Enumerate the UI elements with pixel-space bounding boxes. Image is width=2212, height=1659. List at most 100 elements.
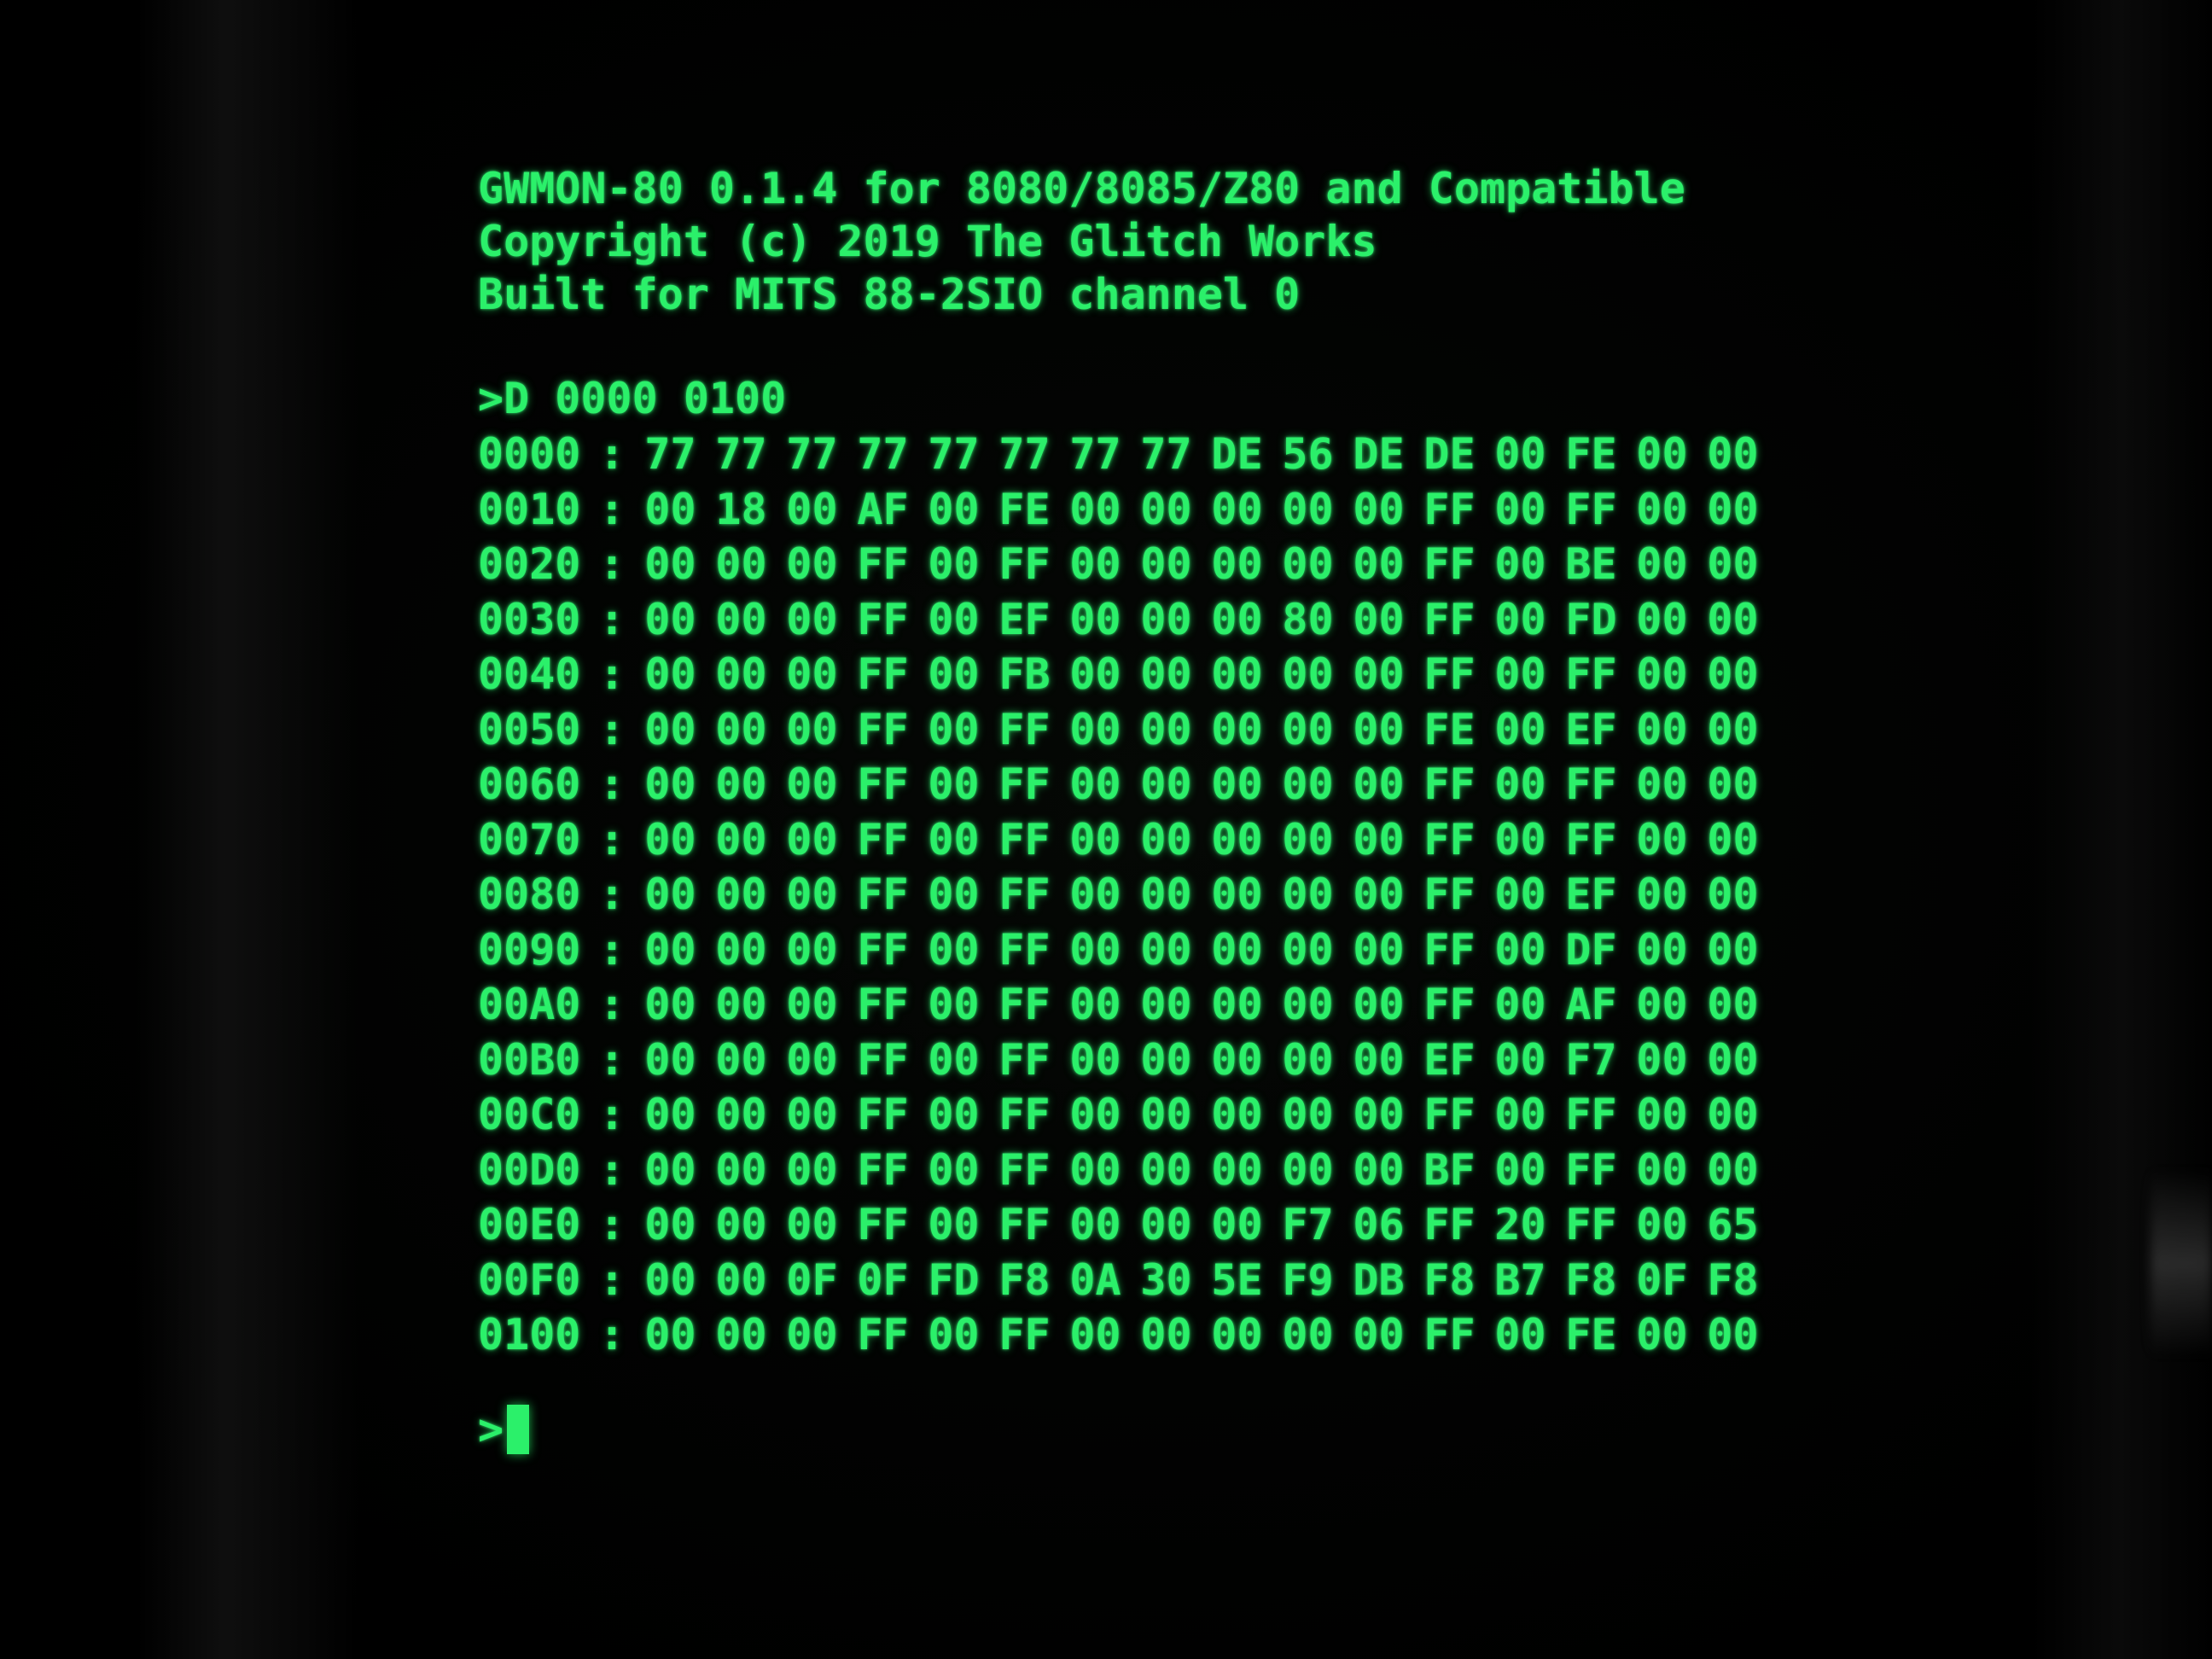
dump-row: 0000:77 77 77 77 77 77 77 77 DE 56 DE DE 00 FE 00 00 [478, 427, 1768, 482]
dump-byte: 00 [715, 1090, 767, 1139]
dump-address: 0090 [478, 924, 581, 975]
banner-line-build: Built for MITS 88-2SIO channel 0 [478, 270, 1301, 319]
dump-byte: 00 [786, 1034, 838, 1085]
dump-byte: 00 [786, 814, 838, 864]
dump-byte: FE [1565, 1310, 1617, 1359]
dump-byte: 00 [1140, 1090, 1192, 1139]
banner-line-title: GWMON-80 0.1.4 for 8080/8085/Z80 and Com… [478, 164, 1685, 213]
dump-byte: 00 [644, 1310, 696, 1359]
dump-byte: 00 [928, 870, 980, 919]
dump-address: 00C0 [478, 1090, 581, 1139]
dump-byte: 00 [1707, 594, 1759, 644]
dump-byte: 30 [1140, 1254, 1192, 1305]
dump-command: >D 0000 0100 [478, 374, 787, 423]
dump-byte: FF [857, 704, 909, 754]
dump-byte: BF [1423, 1144, 1476, 1195]
dump-byte: 00 [1069, 980, 1121, 1029]
dump-byte: 00 [786, 1200, 838, 1249]
dump-byte: 00 [928, 704, 980, 754]
dump-byte: F8 [1565, 1254, 1617, 1305]
text-cursor[interactable] [507, 1405, 530, 1454]
dump-byte: FF [1423, 539, 1476, 589]
dump-byte: 00 [644, 484, 696, 534]
dump-byte: FF [857, 1310, 909, 1359]
dump-row: 0010:00 18 00 AF 00 FE 00 00 00 00 00 FF 00 FF 00 00 [478, 482, 1768, 538]
dump-address: 0010 [478, 484, 581, 534]
dump-byte: FF [1565, 649, 1617, 699]
dump-byte: 00 [928, 539, 980, 589]
dump-byte: 00 [1211, 484, 1263, 534]
dump-byte: 00 [1353, 594, 1405, 644]
dump-separator: : [598, 924, 626, 975]
dump-byte: 77 [1140, 429, 1192, 479]
dump-byte: 00 [715, 539, 767, 589]
prompt-line[interactable]: > [478, 1400, 530, 1459]
dump-byte: FF [1423, 760, 1476, 809]
dump-row: 0100:00 00 00 FF 00 FF 00 00 00 00 00 FF 00 FE 00 00 [478, 1307, 1768, 1363]
monitor-bezel-left [137, 0, 358, 1659]
dump-byte: 00 [644, 1144, 696, 1195]
dump-byte: 00 [1069, 814, 1121, 864]
dump-byte: 00 [715, 1034, 767, 1085]
dump-byte: 00 [1140, 484, 1192, 534]
dump-separator: : [598, 870, 626, 919]
dump-byte: DE [1211, 429, 1263, 479]
dump-byte: 00 [928, 1200, 980, 1249]
dump-byte: 00 [1707, 1090, 1759, 1139]
prompt-symbol: > [478, 1405, 504, 1454]
dump-byte: FF [857, 980, 909, 1029]
dump-byte: 00 [1494, 760, 1546, 809]
dump-byte: FF [1565, 484, 1617, 534]
dump-byte: 00 [786, 649, 838, 699]
dump-byte: FF [1423, 649, 1476, 699]
dump-byte: DE [1423, 429, 1476, 479]
dump-byte: 00 [1211, 1090, 1263, 1139]
dump-byte: 00 [644, 1200, 696, 1249]
dump-byte: FF [1423, 924, 1476, 975]
dump-byte: 00 [1494, 1144, 1546, 1195]
dump-byte: 00 [1636, 1310, 1688, 1359]
dump-byte: 00 [786, 484, 838, 534]
dump-byte: 80 [1282, 594, 1334, 644]
dump-byte: 77 [928, 429, 980, 479]
dump-byte: 00 [786, 539, 838, 589]
dump-byte: 00 [715, 760, 767, 809]
dump-separator: : [598, 1310, 626, 1359]
dump-byte: 00 [644, 870, 696, 919]
dump-separator: : [598, 429, 626, 479]
dump-byte: 00 [1211, 814, 1263, 864]
dump-byte: 00 [1211, 980, 1263, 1029]
dump-byte: 00 [1353, 1144, 1405, 1195]
dump-byte: 00 [1636, 1090, 1688, 1139]
dump-byte: 77 [644, 429, 696, 479]
dump-byte: 00 [1494, 1090, 1546, 1139]
dump-byte: 00 [786, 594, 838, 644]
dump-byte: 0F [786, 1254, 838, 1305]
dump-byte: 65 [1707, 1200, 1759, 1249]
dump-row: 0060:00 00 00 FF 00 FF 00 00 00 00 00 FF 00 FF 00 00 [478, 757, 1768, 812]
dump-address: 0030 [478, 594, 581, 644]
dump-byte: 00 [1494, 429, 1546, 479]
dump-byte: 00 [1636, 760, 1688, 809]
dump-byte: 00 [1140, 704, 1192, 754]
dump-byte: AF [1565, 980, 1617, 1029]
dump-separator: : [598, 814, 626, 864]
dump-byte: 00 [786, 704, 838, 754]
dump-byte: 56 [1282, 429, 1334, 479]
dump-byte: 00 [1282, 924, 1334, 975]
dump-byte: FF [998, 1310, 1051, 1359]
dump-byte: 00 [1353, 1034, 1405, 1085]
terminal-screen[interactable]: GWMON-80 0.1.4 for 8080/8085/Z80 and Com… [478, 154, 1843, 1485]
dump-byte: FE [1565, 429, 1617, 479]
dump-byte: 00 [715, 704, 767, 754]
dump-byte: 00 [715, 649, 767, 699]
dump-address: 0100 [478, 1310, 581, 1359]
dump-byte: F7 [1282, 1200, 1334, 1249]
dump-byte: 00 [1282, 814, 1334, 864]
dump-byte: 00 [1707, 1144, 1759, 1195]
dump-byte: 00 [1494, 1034, 1546, 1085]
dump-byte: 00 [1353, 924, 1405, 975]
dump-byte: 00 [1707, 539, 1759, 589]
dump-byte: 00 [1353, 870, 1405, 919]
dump-byte: 00 [1282, 980, 1334, 1029]
